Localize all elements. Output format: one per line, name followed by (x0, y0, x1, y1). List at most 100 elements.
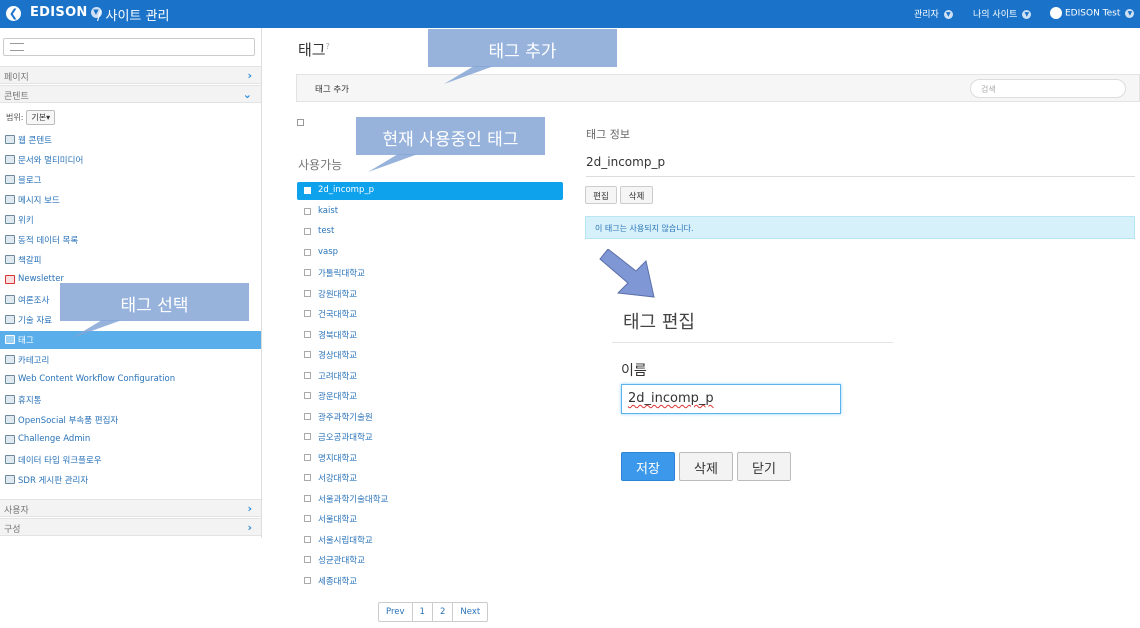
tag-list-item[interactable]: 고려대학교 (297, 367, 563, 385)
tag-list-item[interactable]: 성균관대학교 (297, 551, 563, 569)
chevron-down-icon: ▼ (943, 10, 953, 19)
tag-list-item[interactable]: 가톨릭대학교 (297, 264, 563, 282)
tag-checkbox[interactable] (304, 433, 311, 440)
tag-list-item[interactable]: 경북대학교 (297, 326, 563, 344)
sidebar-item-workflow-config[interactable]: Web Content Workflow Configuration (0, 371, 261, 389)
tag-checkbox[interactable] (304, 289, 311, 297)
tag-list-item[interactable]: 경상대학교 (297, 346, 563, 364)
tag-label: 명지대학교 (318, 453, 358, 464)
scope-dropdown[interactable]: 기본▾ (26, 110, 56, 125)
sidebar-item-tags[interactable]: 태그 (0, 331, 261, 349)
edit-button[interactable]: 편집 (585, 186, 617, 204)
brand[interactable]: EDISON ▼ (30, 5, 105, 20)
tag-checkbox[interactable] (304, 269, 311, 276)
admin-menu[interactable]: 관리자 ▼ (914, 7, 953, 20)
save-button[interactable]: 저장 (621, 452, 675, 481)
menu-icon (10, 43, 24, 51)
panel-pages[interactable]: 페이지 › (0, 66, 261, 84)
tag-checkbox[interactable] (304, 453, 311, 461)
tag-list-item[interactable]: 서울과학기술대학교 (297, 490, 563, 508)
tag-checkbox[interactable] (304, 556, 311, 563)
tag-label: 경상대학교 (318, 351, 358, 361)
panel-content[interactable]: 콘텐트 ⌄ (0, 85, 261, 103)
tag-checkbox[interactable] (304, 310, 311, 317)
tag-list-item[interactable]: 광주과학기술원 (297, 408, 563, 426)
tag-list-item[interactable]: 명지대학교 (297, 449, 563, 467)
tag-label: 광운대학교 (318, 392, 358, 402)
tag-checkbox[interactable] (304, 535, 311, 543)
bookmarks-icon (5, 255, 15, 264)
page-2-button[interactable]: 2 (431, 603, 452, 621)
next-page-button[interactable]: Next (452, 603, 487, 621)
brand-label: EDISON (30, 5, 88, 20)
tag-checkbox[interactable] (304, 248, 311, 256)
sidebar-item-categories[interactable]: 카테고리 (0, 351, 261, 369)
tag-checkbox[interactable] (304, 371, 311, 379)
panel-config[interactable]: 구성 › (0, 518, 261, 536)
tag-checkbox[interactable] (304, 392, 311, 399)
tag-list-item[interactable]: 건국대학교 (297, 305, 563, 323)
knowledge-base-icon (5, 315, 15, 324)
admin-menu-label: 관리자 (914, 10, 939, 20)
tag-list-item[interactable]: 2d_incomp_p (297, 182, 563, 200)
tag-list-item[interactable]: kaist (297, 203, 563, 221)
sidebar-item-recycle-bin[interactable]: 휴지통 (0, 391, 261, 409)
tag-checkbox[interactable] (304, 330, 311, 338)
tag-checkbox[interactable] (304, 351, 311, 358)
tag-checkbox[interactable] (304, 474, 311, 481)
sidebar-item-sdr-board[interactable]: SDR 게시판 관리자 (0, 471, 261, 489)
tag-list-item[interactable]: 세종대학교 (297, 572, 563, 590)
tag-checkbox[interactable] (304, 576, 311, 584)
tag-icon (5, 335, 15, 344)
back-icon[interactable]: ❮ (6, 6, 21, 21)
tag-label: 서울과학기술대학교 (318, 494, 389, 505)
name-input[interactable]: 2d_incomp_p (621, 384, 841, 414)
tag-list-item[interactable]: 서울대학교 (297, 510, 563, 528)
tag-checkbox[interactable] (304, 207, 311, 215)
web-content-icon (5, 135, 15, 144)
sidebar-search-input[interactable] (3, 38, 255, 56)
newsletter-icon (5, 275, 15, 284)
tag-list-item[interactable]: 강원대학교 (297, 285, 563, 303)
tag-checkbox[interactable] (304, 412, 311, 420)
sidebar-item-label: 데이터 타입 워크플로우 (18, 456, 102, 466)
help-icon[interactable]: ? (326, 42, 330, 51)
chevron-down-icon: ▼ (1022, 10, 1032, 19)
page-1-button[interactable]: 1 (411, 603, 432, 621)
my-sites-menu-label: 나의 사이트 (973, 10, 1018, 20)
sidebar-item-data-type-workflow[interactable]: 데이터 타입 워크플로우 (0, 451, 261, 469)
sidebar-item-dynamic-data[interactable]: 동적 데이터 목록 (0, 231, 261, 249)
tag-checkbox[interactable] (304, 187, 311, 194)
tag-list-item[interactable]: 금오공과대학교 (297, 428, 563, 446)
search-input[interactable]: 검색 (970, 79, 1126, 98)
user-menu[interactable]: EDISON Test ▼ (1050, 7, 1135, 19)
page-title-text: 태그 (298, 41, 326, 59)
sidebar-item-wiki[interactable]: 위키 (0, 211, 261, 229)
select-all-checkbox[interactable] (297, 119, 304, 126)
tag-checkbox[interactable] (304, 228, 311, 235)
tag-list-item[interactable]: 광운대학교 (297, 387, 563, 405)
sidebar-item-label: 여론조사 (18, 296, 50, 306)
close-button[interactable]: 닫기 (737, 452, 791, 481)
prev-page-button[interactable]: Prev (379, 603, 412, 621)
sidebar-item-challenge-admin[interactable]: Challenge Admin (0, 431, 261, 449)
sidebar-item-message-board[interactable]: 메시지 보드 (0, 191, 261, 209)
sidebar-item-bookmarks[interactable]: 책갈피 (0, 251, 261, 269)
sidebar-item-documents[interactable]: 문서와 멀티미디어 (0, 151, 261, 169)
tag-checkbox[interactable] (304, 515, 311, 522)
sidebar-item-web-content[interactable]: 웹 콘텐트 (0, 131, 261, 149)
delete-tag-button[interactable]: 삭제 (679, 452, 733, 481)
sidebar-item-label: 태그 (18, 336, 34, 346)
my-sites-menu[interactable]: 나의 사이트 ▼ (973, 7, 1032, 20)
delete-button[interactable]: 삭제 (620, 186, 653, 204)
tag-list-item[interactable]: 서강대학교 (297, 469, 563, 487)
add-tag-button[interactable]: 태그 추가 (315, 83, 349, 95)
tag-checkbox[interactable] (304, 494, 311, 502)
tag-list-item[interactable]: test (297, 223, 563, 241)
sidebar-item-opensocial[interactable]: OpenSocial 부속품 편집자 (0, 411, 261, 429)
sidebar-item-label: Newsletter (18, 274, 64, 284)
tag-list-item[interactable]: 서울시립대학교 (297, 531, 563, 549)
panel-users[interactable]: 사용자 › (0, 499, 261, 517)
tag-list-item[interactable]: vasp (297, 244, 563, 262)
sidebar-item-blog[interactable]: 블로그 (0, 171, 261, 189)
